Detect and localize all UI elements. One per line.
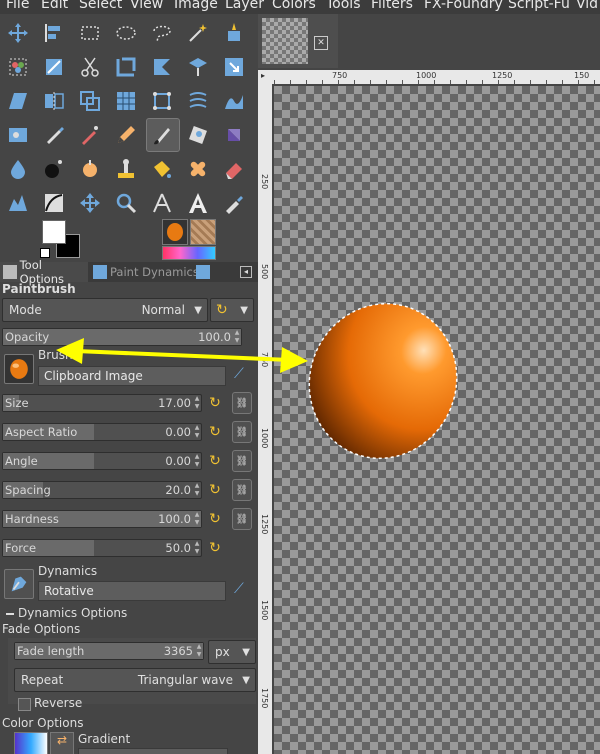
annotation-double-arrow [56, 338, 308, 373]
